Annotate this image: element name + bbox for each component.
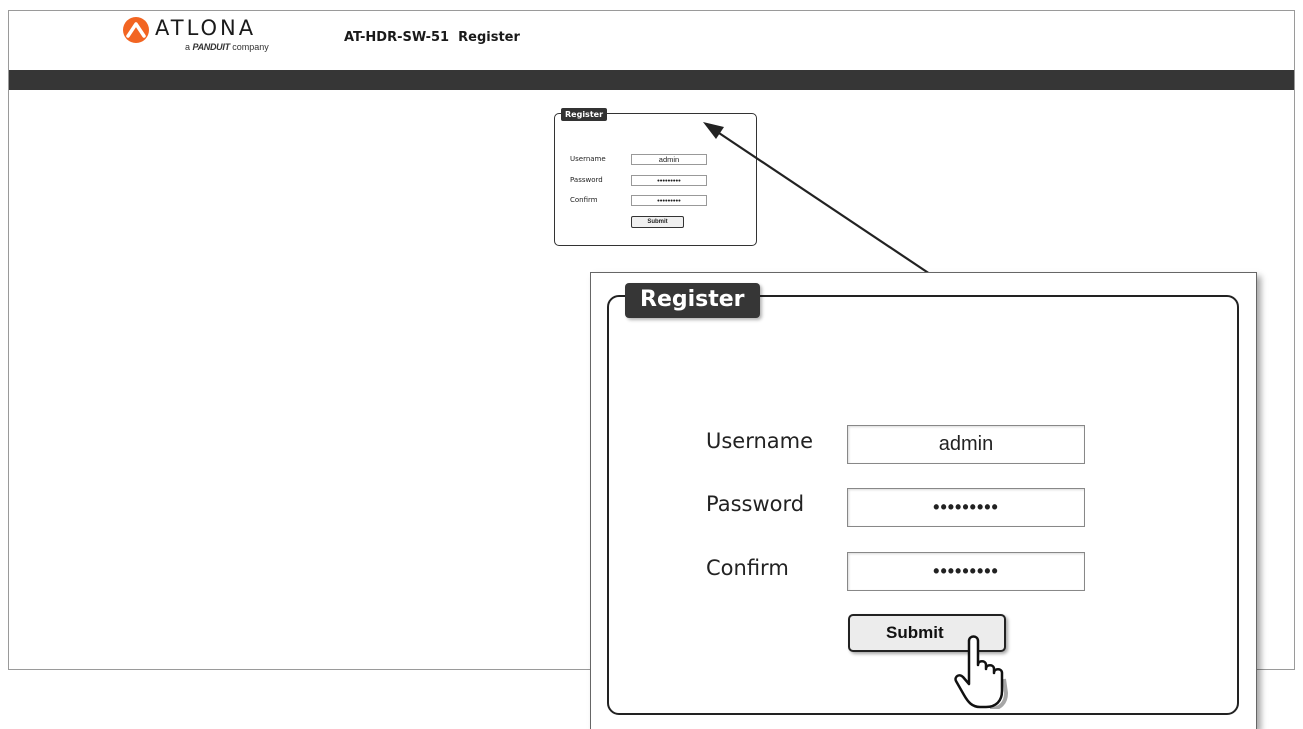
register-legend: Register (561, 108, 608, 121)
register-panel-zoom: Register Username admin Password •••••••… (607, 283, 1239, 715)
confirm-label-zoom: Confirm (706, 556, 789, 580)
logo-wordmark: ATLONA (155, 16, 257, 40)
nav-bar (9, 70, 1294, 90)
register-legend-zoom: Register (625, 283, 760, 318)
password-input-zoom[interactable]: ••••••••• (847, 488, 1085, 527)
atlona-logo[interactable]: ATLONA a PANDUIT company (121, 15, 291, 59)
password-label-zoom: Password (706, 492, 805, 516)
password-label: Password (570, 176, 603, 184)
password-input[interactable]: ••••••••• (631, 175, 707, 186)
register-panel: Register Username admin Password •••••••… (554, 108, 757, 246)
atlona-logo-mark-icon (123, 17, 149, 43)
username-label-zoom: Username (706, 429, 814, 453)
confirm-input[interactable]: ••••••••• (631, 195, 707, 206)
page-title: AT-HDR-SW-51 Register (344, 30, 520, 45)
username-label: Username (570, 155, 606, 163)
username-input-zoom[interactable]: admin (847, 425, 1085, 464)
confirm-label: Confirm (570, 196, 598, 204)
confirm-input-zoom[interactable]: ••••••••• (847, 552, 1085, 591)
header: ATLONA a PANDUIT company AT-HDR-SW-51 Re… (9, 11, 1294, 69)
username-input[interactable]: admin (631, 154, 707, 165)
zoom-callout: Register Username admin Password •••••••… (590, 272, 1257, 729)
submit-button[interactable]: Submit (631, 216, 684, 228)
logo-tagline: a PANDUIT company (185, 42, 269, 52)
hand-pointer-icon (954, 635, 1009, 709)
